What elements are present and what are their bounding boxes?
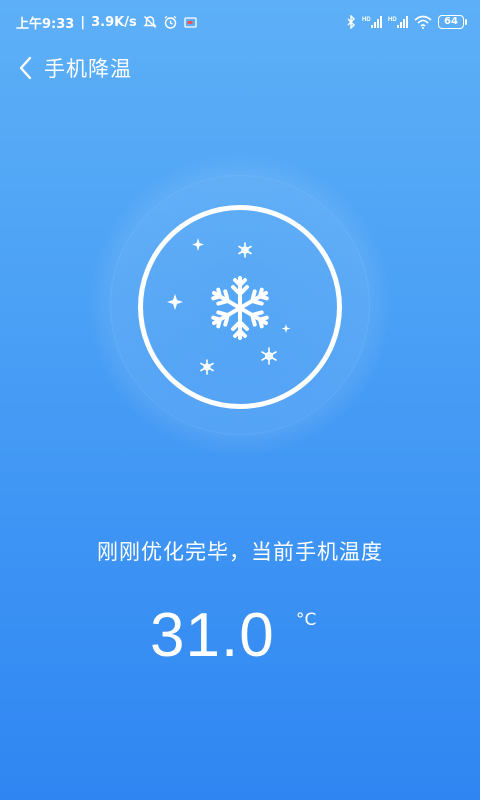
optimization-message: 刚刚优化完毕，当前手机温度 <box>97 540 383 564</box>
bluetooth-icon <box>346 15 356 29</box>
temperature-unit: °C <box>296 610 317 630</box>
status-time: 上午9:33 <box>16 16 75 32</box>
signal-hd-icon: HD <box>388 15 408 29</box>
page-title: 手机降温 <box>44 57 132 81</box>
signal-hd-icon: HD <box>362 15 382 29</box>
alarm-icon <box>163 15 178 30</box>
svg-text:HD: HD <box>388 17 397 23</box>
status-left: 上午9:33 | 3.9K/s <box>16 13 197 32</box>
temperature-display: 31.0 °C <box>0 600 480 680</box>
back-button[interactable] <box>12 48 40 88</box>
wifi-icon <box>414 15 432 29</box>
svg-text:HD: HD <box>362 17 371 23</box>
cooling-illustration <box>138 205 342 409</box>
chevron-left-icon <box>19 56 32 80</box>
notification-icon <box>184 16 197 29</box>
mute-icon <box>142 15 157 29</box>
status-separator: | <box>80 14 86 30</box>
temperature-value: 31.0 <box>150 601 275 670</box>
snowflake-icon <box>167 238 291 375</box>
battery-level: 64 <box>444 16 458 27</box>
status-right: HD HD 64 <box>346 15 467 29</box>
header: 手机降温 <box>0 44 480 92</box>
net-speed: 3.9K/s <box>91 14 137 30</box>
battery-icon: 64 <box>438 15 467 29</box>
status-bar: 上午9:33 | 3.9K/s HD HD 64 <box>0 0 480 44</box>
